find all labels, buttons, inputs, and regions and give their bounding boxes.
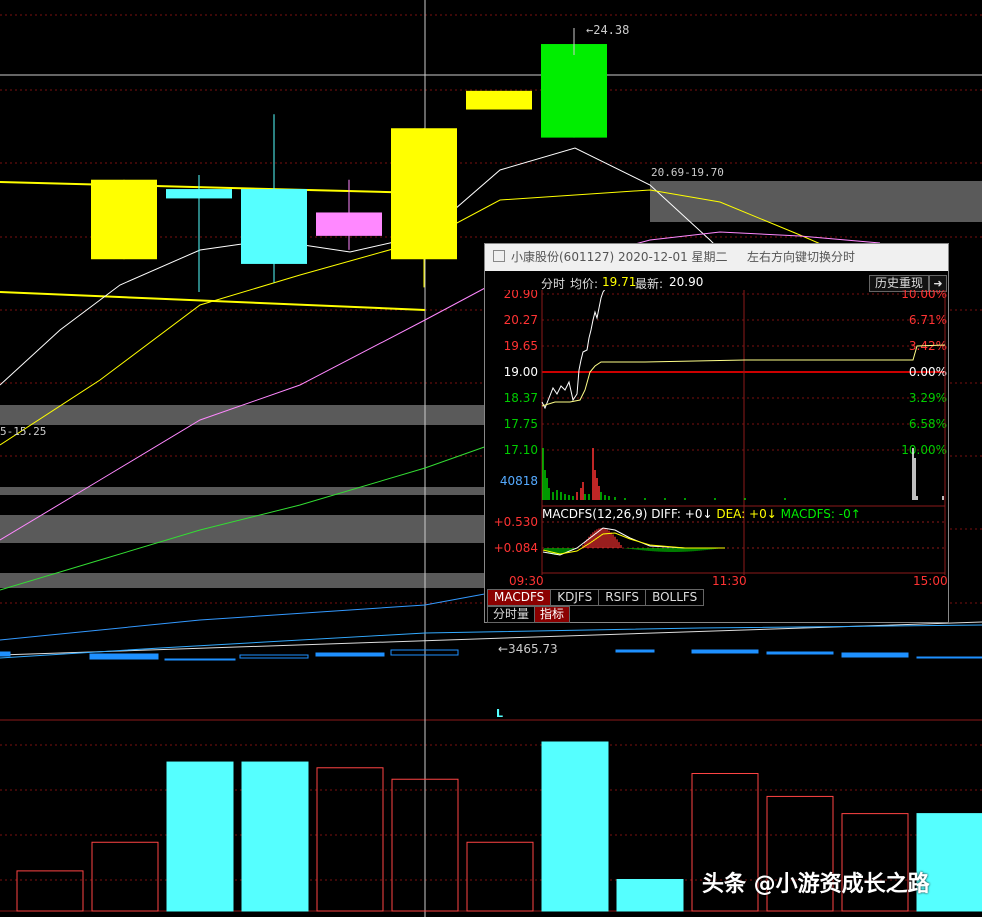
macd-header: MACDFS(12,26,9) DIFF: +0↓ DEA: +0↓ MACDF… (542, 507, 861, 521)
price-axis-label: 17.75 (504, 417, 538, 431)
tab-macdfs[interactable]: MACDFS (487, 589, 552, 606)
index-label: ←3465.73 (498, 642, 558, 656)
price-axis-label: 17.10 (504, 443, 538, 457)
support-band (0, 573, 490, 588)
volume-bar (166, 761, 234, 912)
pct-axis-label: 10.00% (901, 443, 947, 457)
popup-title: 小康股份(601127) 2020-12-01 星期二 (511, 250, 728, 264)
intraday-price-line (541, 290, 606, 410)
index-line-2 (0, 624, 982, 659)
index-bar (164, 658, 236, 661)
window-icon (493, 250, 505, 262)
volume-bar (316, 767, 384, 912)
ma120-line (0, 592, 491, 641)
index-bar (0, 651, 11, 657)
time-axis-label: 15:00 (913, 574, 948, 585)
candle-body (91, 179, 157, 260)
price-axis-label: 19.00 (504, 365, 538, 379)
candle-body (241, 189, 307, 264)
time-axis-label: 09:30 (509, 574, 544, 585)
latest-value: 20.90 (669, 275, 704, 289)
tab-bollfs[interactable]: BOLLFS (645, 589, 705, 606)
support-band (0, 405, 490, 425)
intraday-popup[interactable]: 小康股份(601127) 2020-12-01 星期二 左右方向键切换分时 分时… (484, 243, 949, 623)
volume-bar (16, 870, 84, 912)
volume-bar (616, 878, 684, 912)
avg-value: 19.71 (602, 275, 637, 289)
candle-body (391, 128, 457, 260)
band-lower-label: 5-15.25 (0, 425, 46, 438)
tab-kdjfs[interactable]: KDJFS (550, 589, 600, 606)
index-bar (239, 654, 309, 659)
subtab-indicator[interactable]: 指标 (534, 606, 571, 623)
pct-axis-label: 3.29% (909, 391, 947, 405)
candle-body (466, 90, 532, 110)
volume-bar (241, 761, 309, 912)
pct-axis-label: 6.58% (909, 417, 947, 431)
candle-body (316, 212, 382, 236)
price-axis-label: 19.65 (504, 339, 538, 353)
candle-body (166, 189, 232, 199)
intraday-chart[interactable]: 20.90 10.00%20.27 6.71%19.65 3.42%19.00 0.00… (485, 290, 948, 585)
price-axis-label: 20.90 (504, 290, 538, 301)
watermark: 头条 @小游资成长之路 (702, 872, 930, 897)
band-upper-label: 20.69-19.70 (651, 166, 724, 179)
marker-label: L (496, 707, 503, 720)
candle-body (541, 44, 607, 138)
tab-rsifs[interactable]: RSIFS (598, 589, 647, 606)
indicator-tabs: MACDFS KDJFS RSIFS BOLLFS (487, 589, 705, 606)
index-bar (615, 649, 655, 653)
support-band (0, 487, 490, 495)
index-bar (89, 653, 159, 660)
price-axis-label: 20.27 (504, 313, 538, 327)
volume-bar (91, 841, 159, 912)
resistance-band (650, 181, 982, 222)
volume-bar (541, 741, 609, 912)
diff-line (542, 527, 725, 556)
index-bar (315, 652, 385, 657)
subtab-volume[interactable]: 分时量 (487, 606, 536, 623)
price-axis-label: 18.37 (504, 391, 538, 405)
time-axis-label: 11:30 (712, 574, 747, 585)
popup-titlebar[interactable]: 小康股份(601127) 2020-12-01 星期二 左右方向键切换分时 (485, 244, 948, 271)
pct-axis-label: 10.00% (901, 290, 947, 301)
popup-hint: 左右方向键切换分时 (747, 250, 856, 264)
volume-bar (466, 841, 534, 912)
index-bar (766, 651, 834, 655)
index-bar (691, 649, 759, 654)
macd-axis-label: +0.530 (494, 515, 538, 529)
index-bar (841, 652, 909, 658)
macd-axis-label: +0.084 (494, 541, 538, 555)
sub-tabs: 分时量 指标 (487, 606, 571, 623)
index-bar (916, 656, 982, 659)
pct-axis-label: 6.71% (909, 313, 947, 327)
top-price-label: ←24.38 (586, 23, 629, 37)
volume-axis-label: 40818 (500, 474, 538, 488)
pct-axis-label: 0.00% (909, 365, 947, 379)
